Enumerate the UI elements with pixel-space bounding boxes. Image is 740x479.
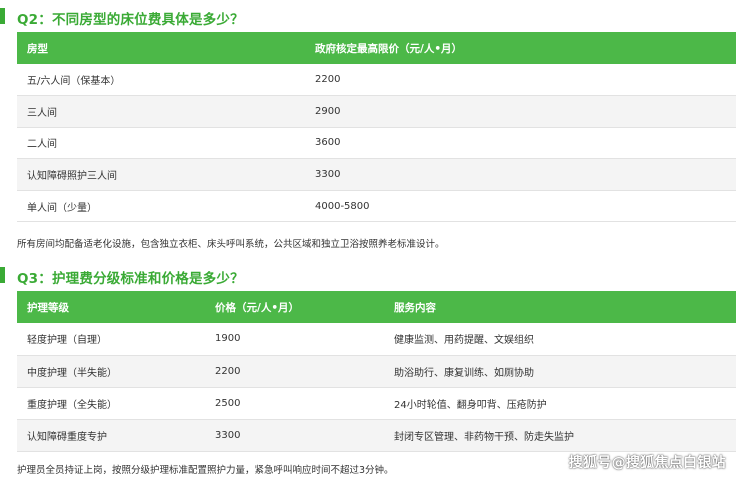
table-header-row: 房型 政府核定最高限价（元/人•月） — [17, 32, 736, 64]
cell-price: 2900 — [305, 95, 736, 128]
cell-room-type: 五/六人间（保基本） — [17, 64, 305, 97]
col-header-care-level: 护理等级 — [17, 291, 205, 323]
cell-price: 2200 — [305, 64, 736, 97]
table-header-row: 护理等级 价格（元/人•月） 服务内容 — [17, 291, 736, 323]
q2-title: Q2：不同房型的床位费具体是多少？ — [17, 12, 244, 28]
cell-service: 封闭专区管理、非药物干预、防走失监护 — [384, 419, 736, 452]
table-row: 轻度护理（自理） 1900 健康监测、用药提醒、文娱组织 — [17, 323, 736, 356]
cell-care-level: 轻度护理（自理） — [17, 323, 205, 356]
col-header-service: 服务内容 — [384, 291, 736, 323]
cell-service: 24小时轮值、翻身叩背、压疮防护 — [384, 387, 736, 420]
nursing-fee-table: 护理等级 价格（元/人•月） 服务内容 轻度护理（自理） 1900 健康监测、用… — [17, 291, 736, 452]
cell-room-type: 单人间（少量） — [17, 190, 305, 223]
table-row: 认知障碍照护三人间 3300 — [17, 158, 736, 191]
table-row: 三人间 2900 — [17, 95, 736, 128]
col-header-max-price: 政府核定最高限价（元/人•月） — [305, 32, 736, 64]
cell-price: 2200 — [205, 355, 384, 388]
cell-price: 1900 — [205, 323, 384, 356]
table-row: 重度护理（全失能） 2500 24小时轮值、翻身叩背、压疮防护 — [17, 387, 736, 420]
cell-price: 4000-5800 — [305, 190, 736, 223]
cell-room-type: 三人间 — [17, 95, 305, 128]
q3-accent-bar — [0, 267, 5, 283]
q2-note: 所有房间均配备适老化设施，包含独立衣柜、床头呼叫系统，公共区域和独立卫浴按照养老… — [17, 239, 445, 250]
cell-service: 健康监测、用药提醒、文娱组织 — [384, 323, 736, 356]
cell-price: 2500 — [205, 387, 384, 420]
col-header-room-type: 房型 — [17, 32, 305, 64]
table-row: 二人间 3600 — [17, 127, 736, 160]
watermark: 搜狐号@搜狐焦点白银站 — [568, 455, 726, 471]
cell-price: 3300 — [205, 419, 384, 452]
cell-care-level: 重度护理（全失能） — [17, 387, 205, 420]
table-row: 认知障碍重度专护 3300 封闭专区管理、非药物干预、防走失监护 — [17, 419, 736, 452]
table-row: 五/六人间（保基本） 2200 — [17, 64, 736, 97]
col-header-price: 价格（元/人•月） — [205, 291, 384, 323]
cell-care-level: 认知障碍重度专护 — [17, 419, 205, 452]
table-row: 中度护理（半失能） 2200 助浴助行、康复训练、如厕协助 — [17, 355, 736, 388]
cell-care-level: 中度护理（半失能） — [17, 355, 205, 388]
cell-price: 3300 — [305, 158, 736, 191]
cell-price: 3600 — [305, 127, 736, 160]
table-row: 单人间（少量） 4000-5800 — [17, 190, 736, 223]
cell-service: 助浴助行、康复训练、如厕协助 — [384, 355, 736, 388]
room-fee-table: 房型 政府核定最高限价（元/人•月） 五/六人间（保基本） 2200 三人间 2… — [17, 32, 736, 223]
cell-room-type: 认知障碍照护三人间 — [17, 158, 305, 191]
article-page: Q2：不同房型的床位费具体是多少？ 房型 政府核定最高限价（元/人•月） 五/六… — [0, 0, 740, 479]
q3-title: Q3：护理费分级标准和价格是多少？ — [17, 271, 244, 287]
q2-accent-bar — [0, 8, 5, 24]
cell-room-type: 二人间 — [17, 127, 305, 160]
q3-note: 护理员全员持证上岗，按照分级护理标准配置照护力量，紧急呼叫响应时间不超过3分钟。 — [17, 465, 394, 476]
